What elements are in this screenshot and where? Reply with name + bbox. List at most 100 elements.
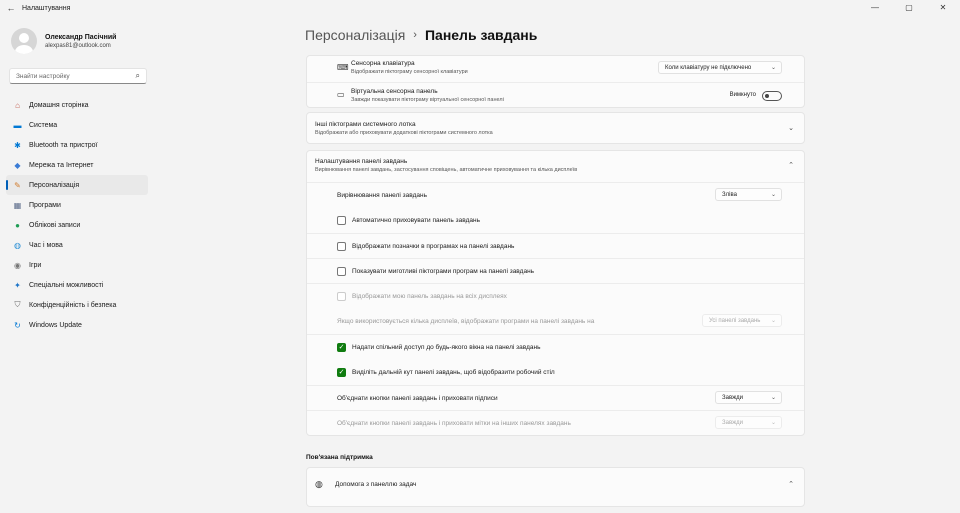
auto-hide-row[interactable]: Автоматично приховувати панель завдань <box>307 207 804 233</box>
multi-display-value: Усі панелі завдань <box>709 317 761 324</box>
sidebar-item-4[interactable]: ✎ Персоналізація <box>6 175 148 195</box>
multi-display-label: Якщо використовується кілька дисплеїв, в… <box>337 318 595 325</box>
sidebar-item-label: Спеціальні можливості <box>29 281 104 289</box>
search-box[interactable]: ⌕ <box>9 68 147 84</box>
auto-hide-checkbox[interactable] <box>337 215 346 225</box>
other-tray-icons-card[interactable]: Інші піктограми системного лотка Відобра… <box>306 112 805 144</box>
combine-other-dropdown: Завжди ⌄ <box>715 416 782 429</box>
share-window-checkbox[interactable]: ✓ <box>337 342 346 352</box>
search-icon[interactable]: ⌕ <box>136 71 140 81</box>
all-displays-label: Відображати мою панель завдань на всіх д… <box>352 292 507 300</box>
sidebar-item-label: Домашня сторінка <box>29 101 89 109</box>
sidebar-item-9[interactable]: ✦ Спеціальні можливості <box>6 275 148 295</box>
behaviors-header[interactable]: Налаштування панелі завдань Вирівнювання… <box>307 151 804 182</box>
all-displays-row: Відображати мою панель завдань на всіх д… <box>307 283 804 308</box>
combine-value: Завжди <box>722 394 743 401</box>
related-support-card: ◍ Допомога з панеллю задач ⌃ <box>306 467 805 507</box>
sidebar-item-label: Персоналізація <box>29 181 80 189</box>
taskbar-behaviors-card: Налаштування панелі завдань Вирівнювання… <box>306 150 805 436</box>
sidebar-item-0[interactable]: ⌂ Домашня сторінка <box>6 95 148 115</box>
sidebar-item-label: Windows Update <box>29 321 82 329</box>
accessibility-icon: ✦ <box>14 280 21 290</box>
alignment-row: Вирівнювання панелі завдань Зліва ⌄ <box>307 182 804 207</box>
alignment-label: Вирівнювання панелі завдань <box>337 192 427 199</box>
touchpad-icon: ▭ <box>337 90 345 99</box>
sidebar-item-2[interactable]: ✱ Bluetooth та пристрої <box>6 135 148 155</box>
page-title: Панель завдань <box>424 27 538 43</box>
share-window-label: Надати спільний доступ до будь-якого вік… <box>352 343 541 351</box>
touch-keyboard-row: ⌨ Сенсорна клавіатура Відображати піктог… <box>307 56 804 82</box>
minimize-icon[interactable]: — <box>858 0 892 14</box>
profile-info: Олександр Пасічний alexpas81@outlook.com <box>45 34 116 49</box>
sidebar-item-10[interactable]: ⛉ Конфіденційність і безпека <box>6 295 148 315</box>
maximize-icon[interactable]: ▢ <box>892 0 926 14</box>
search-input[interactable] <box>16 72 136 80</box>
help-taskbar-row[interactable]: ◍ Допомога з панеллю задач ⌃ <box>307 468 804 501</box>
virtual-touchpad-row: ▭ Віртуальна сенсорна панель Завжди пока… <box>307 82 804 108</box>
sidebar-item-5[interactable]: ▦ Програми <box>6 195 148 215</box>
alignment-dropdown[interactable]: Зліва ⌄ <box>715 188 782 201</box>
avatar <box>11 28 37 54</box>
multi-display-row: Якщо використовується кілька дисплеїв, в… <box>307 308 804 334</box>
update-icon: ↻ <box>14 320 21 330</box>
chevron-up-icon[interactable]: ⌃ <box>788 161 794 169</box>
gamepad-icon: ◉ <box>14 260 21 270</box>
chevron-up-icon[interactable]: ⌃ <box>788 480 794 488</box>
multi-display-dropdown: Усі панелі завдань ⌄ <box>702 314 782 327</box>
chevron-down-icon: ⌄ <box>770 192 776 198</box>
sidebar-item-3[interactable]: ◆ Мережа та Інтернет <box>6 155 148 175</box>
touch-keyboard-desc: Відображати піктограму сенсорної клавіат… <box>351 69 468 75</box>
sidebar-item-label: Конфіденційність і безпека <box>29 301 117 309</box>
share-window-row[interactable]: ✓ Надати спільний доступ до будь-якого в… <box>307 334 804 359</box>
virtual-touchpad-desc: Завжди показувати піктограму віртуальної… <box>351 97 504 103</box>
combine-other-row: Об'єднати кнопки панелі завдань і прихов… <box>307 410 804 435</box>
sidebar-item-label: Bluetooth та пристрої <box>29 141 98 149</box>
breadcrumb-parent[interactable]: Персоналізація <box>305 27 405 43</box>
window-controls: — ▢ ✕ <box>858 0 960 14</box>
back-arrow-icon[interactable]: ← <box>0 3 22 13</box>
flashing-checkbox[interactable] <box>337 266 346 276</box>
sidebar-item-label: Програми <box>29 201 61 209</box>
breadcrumb: Персоналізація › Панель завдань <box>305 27 537 43</box>
sidebar-item-7[interactable]: ◍ Час і мова <box>6 235 148 255</box>
touch-keyboard-dropdown[interactable]: Коли клавіатуру не підключено ⌄ <box>658 61 782 74</box>
combine-dropdown[interactable]: Завжди ⌄ <box>715 391 782 404</box>
far-corner-label: Виділіть дальній кут панелі завдань, щоб… <box>352 368 555 376</box>
user-profile[interactable]: Олександр Пасічний alexpas81@outlook.com <box>11 28 116 54</box>
chevron-down-icon: ⌄ <box>770 318 776 324</box>
sidebar-item-11[interactable]: ↻ Windows Update <box>6 315 148 335</box>
combine-row: Об'єднати кнопки панелі завдань і прихов… <box>307 385 804 410</box>
tray-icons-card: ⌨ Сенсорна клавіатура Відображати піктог… <box>306 55 805 108</box>
flashing-label: Показувати миготливі піктограми програм … <box>352 267 535 275</box>
close-icon[interactable]: ✕ <box>926 0 960 14</box>
badges-checkbox[interactable] <box>337 241 346 251</box>
far-corner-row[interactable]: ✓ Виділіть дальній кут панелі завдань, щ… <box>307 359 804 385</box>
home-icon: ⌂ <box>15 100 20 110</box>
sidebar-item-label: Час і мова <box>29 241 63 249</box>
combine-label: Об'єднати кнопки панелі завдань і прихов… <box>337 395 498 402</box>
chevron-down-icon: ⌄ <box>770 420 776 426</box>
touch-keyboard-value: Коли клавіатуру не підключено <box>665 64 752 71</box>
other-tray-desc: Відображати або приховувати додаткові пі… <box>315 130 493 136</box>
behaviors-desc: Вирівнювання панелі завдань, застосуванн… <box>315 167 578 173</box>
window-title: Налаштування <box>22 4 71 12</box>
far-corner-checkbox[interactable]: ✓ <box>337 367 346 377</box>
alignment-value: Зліва <box>722 191 737 198</box>
profile-email: alexpas81@outlook.com <box>45 42 111 49</box>
sidebar-item-label: Мережа та Інтернет <box>29 161 94 169</box>
badges-row[interactable]: Відображати позначки в програмах на пане… <box>307 233 804 258</box>
virtual-touchpad-toggle[interactable] <box>762 91 782 101</box>
chevron-down-icon[interactable]: ⌄ <box>788 124 794 132</box>
globe-clock-icon: ◍ <box>14 240 21 250</box>
apps-icon: ▦ <box>13 200 22 210</box>
badges-label: Відображати позначки в програмах на пане… <box>352 242 515 250</box>
virtual-touchpad-label: Віртуальна сенсорна панель <box>351 88 438 95</box>
flashing-row[interactable]: Показувати миготливі піктограми програм … <box>307 258 804 283</box>
sidebar-item-6[interactable]: ● Облікові записи <box>6 215 148 235</box>
behaviors-label: Налаштування панелі завдань <box>315 158 408 165</box>
profile-name: Олександр Пасічний <box>45 33 117 41</box>
related-support-title: Пов'язана підтримка <box>306 454 373 461</box>
sidebar-item-1[interactable]: ▬ Система <box>6 115 148 135</box>
touch-keyboard-label: Сенсорна клавіатура <box>351 60 415 67</box>
sidebar-item-8[interactable]: ◉ Ігри <box>6 255 148 275</box>
